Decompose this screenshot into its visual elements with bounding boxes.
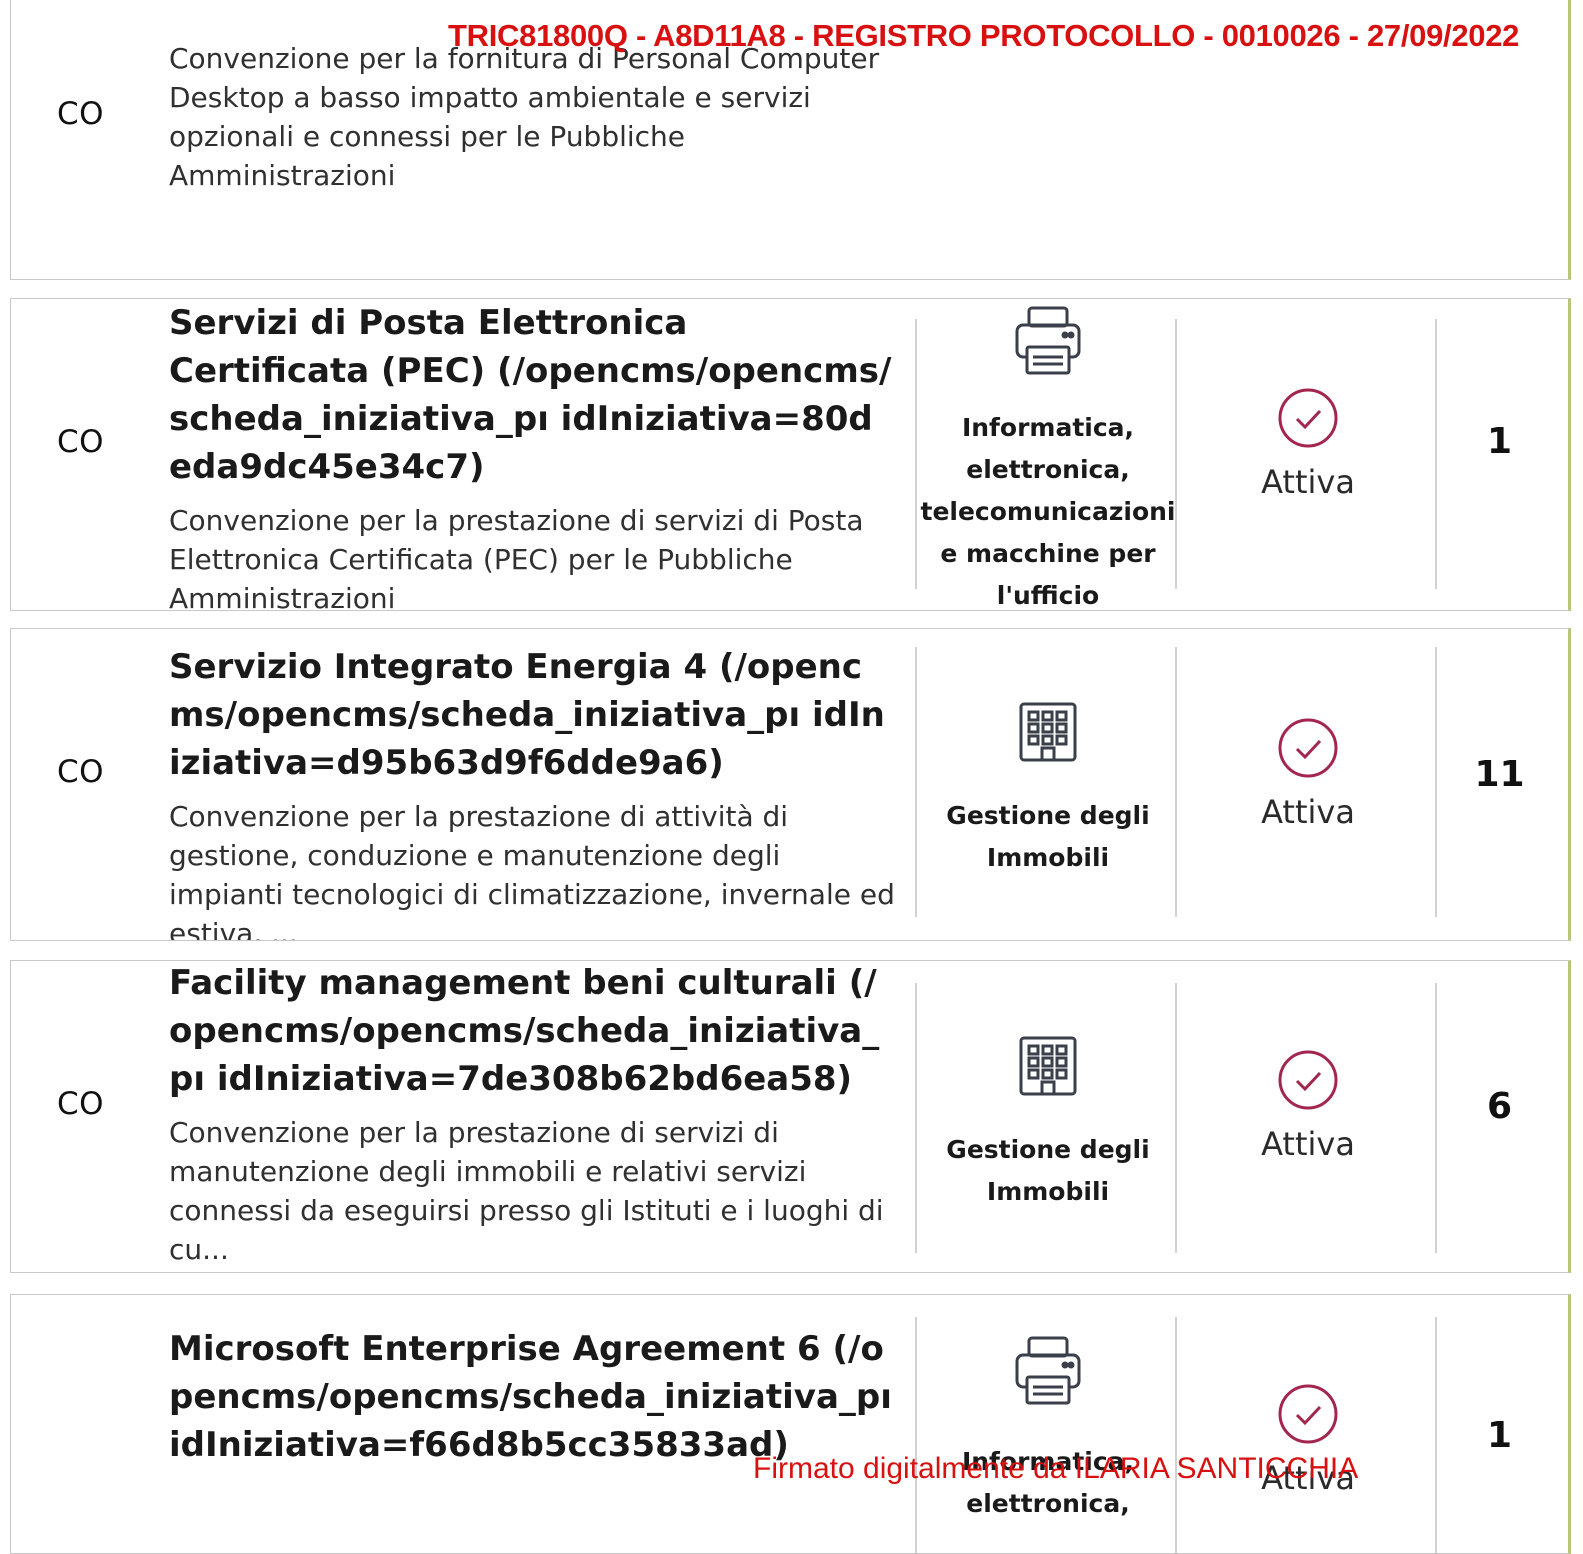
initiative-title[interactable]: Servizio Integrato Energia 4	[169, 647, 707, 687]
initiative-description: Convenzione per la prestazione di attivi…	[169, 800, 895, 941]
count-value: 11	[1474, 754, 1525, 795]
printer-icon	[917, 1335, 1179, 1407]
protocol-stamp: TRIC81800Q - A8D11A8 - REGISTRO PROTOCOL…	[448, 18, 1520, 53]
initiative-title-link[interactable]: Servizio Integrato Energia 4 (/opencms/o…	[169, 643, 895, 787]
count-value: 1	[1486, 1415, 1513, 1456]
initiative-title[interactable]: Microsoft Enterprise Agreement 6	[169, 1329, 821, 1369]
initiative-card: CO Servizio Integrato Energia 4 (/opencm…	[10, 628, 1571, 941]
initiative-title-link[interactable]: Microsoft Enterprise Agreement 6 (/openc…	[169, 1325, 895, 1469]
count-value: 6	[1486, 1086, 1513, 1127]
category-label: Informatica, elettronica, telecomunicazi…	[920, 413, 1176, 610]
printer-icon	[917, 305, 1179, 377]
initiative-code: CO	[57, 424, 105, 460]
count-value: 1	[1486, 421, 1513, 462]
check-circle-icon	[1177, 1049, 1439, 1111]
status-label: Attiva	[1261, 463, 1355, 501]
status-label: Attiva	[1261, 793, 1355, 831]
check-circle-icon	[1177, 1383, 1439, 1445]
building-icon	[917, 701, 1179, 763]
initiative-code: CO	[57, 754, 105, 790]
initiative-description: Convenzione per la fornitura di Personal…	[169, 42, 880, 192]
initiative-title-link[interactable]: Facility management beni culturali (/ope…	[169, 961, 895, 1103]
check-circle-icon	[1177, 717, 1439, 779]
initiative-code: CO	[57, 96, 105, 132]
category-label: Gestione degli Immobili	[946, 801, 1150, 872]
status-label: Attiva	[1261, 1125, 1355, 1163]
signature-stamp: Firmato digitalmente da ILARIA SANTICCHI…	[753, 1452, 1359, 1485]
building-icon	[917, 1035, 1179, 1097]
check-circle-icon	[1177, 387, 1439, 449]
initiative-title-link[interactable]: Servizi di Posta Elettronica Certificata…	[169, 299, 895, 491]
initiative-card: Microsoft Enterprise Agreement 6 (/openc…	[10, 1294, 1571, 1554]
initiative-card: CO Facility management beni culturali (/…	[10, 960, 1571, 1273]
initiative-code: CO	[57, 1086, 105, 1122]
category-label: Gestione degli Immobili	[946, 1135, 1150, 1206]
initiative-description: Convenzione per la prestazione di serviz…	[169, 1116, 884, 1266]
initiative-title[interactable]: Facility management beni culturali	[169, 963, 837, 1003]
initiative-card: CO Servizi di Posta Elettronica Certific…	[10, 298, 1571, 611]
initiative-description: Convenzione per la prestazione di serviz…	[169, 504, 864, 611]
